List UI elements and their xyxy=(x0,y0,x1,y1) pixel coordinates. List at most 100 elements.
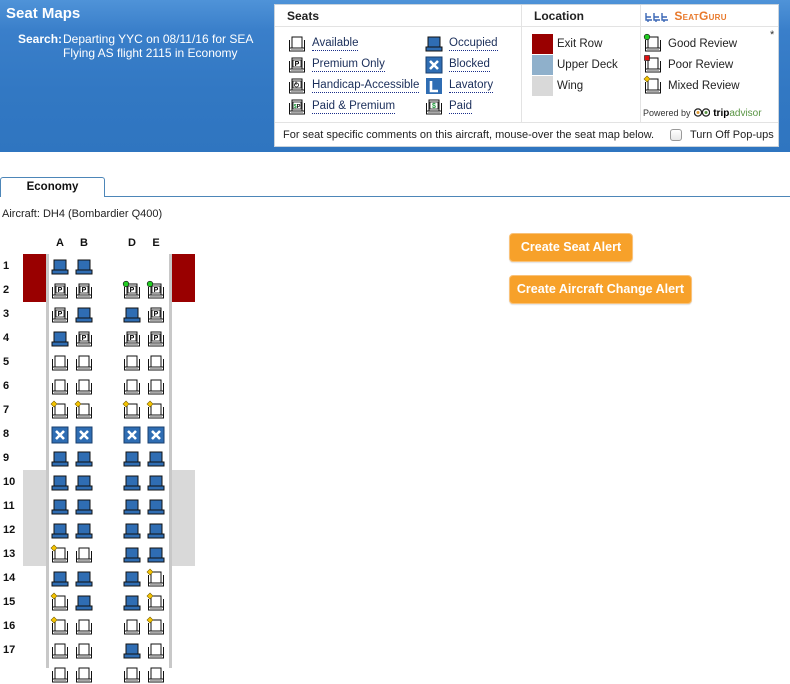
seat-16B-available[interactable] xyxy=(75,618,93,636)
seat-7E-available[interactable] xyxy=(146,400,165,420)
seat-16A-available[interactable] xyxy=(50,616,69,636)
legend-item-available[interactable]: Available xyxy=(288,35,359,53)
seat-8B-blocked[interactable] xyxy=(75,426,93,444)
legend-item-handicap[interactable]: Handicap-Accessible xyxy=(288,77,420,95)
seat-7D-available[interactable] xyxy=(122,400,141,420)
seat-11D-occupied[interactable] xyxy=(123,498,141,516)
legend-item-lavatory[interactable]: Lavatory xyxy=(425,77,494,95)
svg-text:P: P xyxy=(130,287,135,294)
seat-13A-available[interactable] xyxy=(50,544,69,564)
seat-10D-occupied[interactable] xyxy=(123,474,141,492)
seat-15B-occupied[interactable] xyxy=(75,594,93,612)
seat-14B-occupied[interactable] xyxy=(75,570,93,588)
seat-partial[interactable] xyxy=(75,666,93,684)
seat-5B-available[interactable] xyxy=(75,354,93,372)
seat-partial[interactable] xyxy=(123,666,141,684)
seat-8A-blocked[interactable] xyxy=(51,426,69,444)
seat-partial[interactable] xyxy=(147,666,165,684)
seat-17A-available[interactable] xyxy=(51,642,69,660)
seat-4D-premium[interactable]: P xyxy=(123,330,141,348)
seat-occupied-icon xyxy=(425,35,443,53)
seat-14A-occupied[interactable] xyxy=(51,570,69,588)
seat-6E-available[interactable] xyxy=(147,378,165,396)
seat-1A-occupied[interactable] xyxy=(51,258,69,276)
seat-1B-occupied[interactable] xyxy=(75,258,93,276)
seat-16D-available[interactable] xyxy=(123,618,141,636)
seat-6A-available[interactable] xyxy=(51,378,69,396)
seat-partial[interactable] xyxy=(51,666,69,684)
seat-15A-available[interactable] xyxy=(50,592,69,612)
seat-9E-occupied[interactable] xyxy=(147,450,165,468)
legend-label[interactable]: Lavatory xyxy=(449,79,494,93)
turn-off-popups-toggle[interactable]: Turn Off Pop-ups xyxy=(670,123,774,147)
seat-11B-occupied[interactable] xyxy=(75,498,93,516)
seat-4B-premium[interactable]: P xyxy=(75,330,93,348)
exit-row-zone-left xyxy=(23,254,46,302)
legend-item-paid-premium[interactable]: $P Paid & Premium xyxy=(288,98,396,116)
seat-17D-occupied[interactable] xyxy=(123,642,141,660)
seat-13B-available[interactable] xyxy=(75,546,93,564)
seat-14E-available[interactable] xyxy=(146,568,165,588)
seat-11A-occupied[interactable] xyxy=(51,498,69,516)
seat-10B-occupied[interactable] xyxy=(75,474,93,492)
seat-10A-occupied[interactable] xyxy=(51,474,69,492)
create-aircraft-change-alert-button[interactable]: Create Aircraft Change Alert xyxy=(509,275,692,304)
seat-6B-available[interactable] xyxy=(75,378,93,396)
seat-8E-blocked[interactable] xyxy=(147,426,165,444)
seat-9A-occupied[interactable] xyxy=(51,450,69,468)
seat-7A-available[interactable] xyxy=(50,400,69,420)
legend-label[interactable]: Paid xyxy=(449,100,473,114)
turn-off-popups-checkbox[interactable] xyxy=(670,129,682,142)
legend-item-paid[interactable]: $ Paid xyxy=(425,98,473,116)
legend-item-occupied[interactable]: Occupied xyxy=(425,35,498,53)
seat-2A-premium[interactable]: P xyxy=(51,282,69,300)
seat-11E-occupied[interactable] xyxy=(147,498,165,516)
row-number: 7 xyxy=(3,404,10,416)
legend-label[interactable]: Handicap-Accessible xyxy=(312,79,420,93)
seat-2B-premium[interactable]: P xyxy=(75,282,93,300)
legend-label[interactable]: Premium Only xyxy=(312,58,385,72)
seat-9D-occupied[interactable] xyxy=(123,450,141,468)
legend-label[interactable]: Occupied xyxy=(449,37,498,51)
seat-5A-available[interactable] xyxy=(51,354,69,372)
seat-3D-occupied[interactable] xyxy=(123,306,141,324)
seat-4E-premium[interactable]: P xyxy=(147,330,165,348)
seat-6D-available[interactable] xyxy=(123,378,141,396)
powered-by-tripadvisor[interactable]: Powered by tripadvisor xyxy=(643,105,762,119)
legend-label[interactable]: Paid & Premium xyxy=(312,100,396,114)
seat-5D-available[interactable] xyxy=(123,354,141,372)
seat-12B-occupied[interactable] xyxy=(75,522,93,540)
seat-9B-occupied[interactable] xyxy=(75,450,93,468)
seat-10E-occupied[interactable] xyxy=(147,474,165,492)
tab-economy[interactable]: Economy xyxy=(0,177,105,197)
seat-17E-available[interactable] xyxy=(147,642,165,660)
seat-12A-occupied[interactable] xyxy=(51,522,69,540)
legend-label[interactable]: Blocked xyxy=(449,58,490,72)
seat-14D-occupied[interactable] xyxy=(123,570,141,588)
seat-17B-available[interactable] xyxy=(75,642,93,660)
seat-2E-premium[interactable]: P xyxy=(146,280,165,300)
legend-label[interactable]: Available xyxy=(312,37,359,51)
seat-3A-premium[interactable]: P xyxy=(51,306,69,324)
seat-3B-occupied[interactable] xyxy=(75,306,93,324)
seat-7B-available[interactable] xyxy=(74,400,93,420)
seat-8D-blocked[interactable] xyxy=(123,426,141,444)
seat-13D-occupied[interactable] xyxy=(123,546,141,564)
seat-15D-occupied[interactable] xyxy=(123,594,141,612)
seat-16E-available[interactable] xyxy=(146,616,165,636)
legend-seats-heading: Seats xyxy=(275,5,521,27)
seat-4A-occupied[interactable] xyxy=(51,330,69,348)
seat-12D-occupied[interactable] xyxy=(123,522,141,540)
seat-13E-occupied[interactable] xyxy=(147,546,165,564)
legend-item-premium[interactable]: P Premium Only xyxy=(288,56,385,74)
seat-15E-available[interactable] xyxy=(146,592,165,612)
seat-3E-premium[interactable]: P xyxy=(147,306,165,324)
seat-2D-premium[interactable]: P xyxy=(122,280,141,300)
create-seat-alert-button[interactable]: Create Seat Alert xyxy=(509,233,633,262)
seat-12E-occupied[interactable] xyxy=(147,522,165,540)
seat-5E-available[interactable] xyxy=(147,354,165,372)
row-number: 3 xyxy=(3,308,10,320)
seatguru-logo[interactable]: SeatGuru xyxy=(641,5,778,27)
legend-item-blocked[interactable]: Blocked xyxy=(425,56,490,74)
row-number: 9 xyxy=(3,452,10,464)
